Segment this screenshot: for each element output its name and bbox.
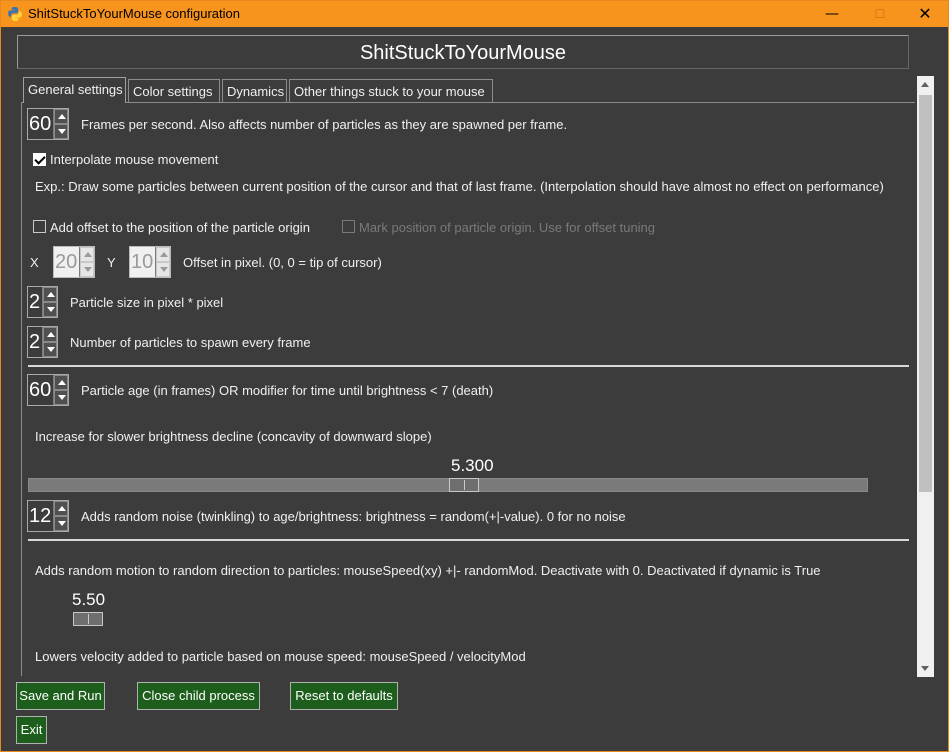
separator [28, 539, 909, 541]
offset-x-spinbox[interactable]: 20 [53, 246, 95, 278]
offset-y-label: Y [107, 255, 116, 270]
arrow-up-icon[interactable] [54, 501, 68, 516]
close-child-process-button[interactable]: Close child process [137, 682, 260, 710]
arrow-down-icon[interactable] [43, 342, 57, 357]
random-motion-slider-handle[interactable] [73, 612, 103, 626]
interpolate-explanation: Exp.: Draw some particles between curren… [35, 179, 884, 194]
offset-y-value: 10 [131, 251, 154, 273]
noise-label: Adds random noise (twinkling) to age/bri… [81, 509, 626, 524]
header-frame: ShitStuckToYourMouse [17, 35, 909, 69]
spin-arrows [53, 501, 68, 531]
minimize-button[interactable]: — [809, 1, 855, 27]
arrow-down-icon[interactable] [54, 124, 68, 139]
interpolate-checkbox[interactable] [33, 153, 46, 166]
offset-y-spinbox[interactable]: 10 [129, 246, 171, 278]
mark-origin-label: Mark position of particle origin. Use fo… [359, 220, 656, 235]
particle-age-value: 60 [29, 379, 52, 401]
spin-arrows [53, 109, 68, 139]
particle-size-value: 2 [29, 291, 41, 313]
arrow-up-icon[interactable] [80, 247, 94, 262]
offset-pixel-label: Offset in pixel. (0, 0 = tip of cursor) [183, 255, 382, 270]
scroll-down-icon[interactable] [917, 660, 934, 677]
random-motion-slider-value: 5.50 [72, 590, 106, 609]
arrow-up-icon[interactable] [43, 327, 57, 342]
brightness-decline-label: Increase for slower brightness decline (… [35, 429, 432, 444]
arrow-down-icon[interactable] [43, 302, 57, 317]
spin-arrows [42, 287, 57, 317]
noise-spinbox[interactable]: 12 [27, 500, 69, 532]
scroll-up-icon[interactable] [917, 76, 934, 93]
arrow-up-icon[interactable] [54, 375, 68, 390]
velocity-label: Lowers velocity added to particle based … [35, 649, 526, 664]
particle-age-spinbox[interactable]: 60 [27, 374, 69, 406]
exit-button[interactable]: Exit [16, 716, 47, 744]
fps-spinbox[interactable]: 60 [27, 108, 69, 140]
scrollbar-thumb[interactable] [919, 95, 932, 492]
offset-x-value: 20 [55, 251, 78, 273]
save-and-run-button[interactable]: Save and Run [16, 682, 105, 710]
close-button[interactable]: ✕ [902, 1, 948, 27]
noise-value: 12 [29, 505, 52, 527]
arrow-up-icon[interactable] [156, 247, 170, 262]
interpolate-label: Interpolate mouse movement [50, 152, 219, 167]
offset-x-label: X [30, 255, 39, 270]
tab-dynamics[interactable]: Dynamics [222, 79, 287, 103]
title-bar[interactable]: ShitStuckToYourMouse configuration — ☐ ✕ [1, 1, 948, 27]
spin-arrows [155, 247, 170, 277]
particles-per-frame-spinbox[interactable]: 2 [27, 326, 58, 358]
arrow-down-icon[interactable] [54, 516, 68, 531]
vertical-scrollbar[interactable] [917, 76, 934, 677]
separator [28, 365, 909, 367]
particle-size-label: Particle size in pixel * pixel [70, 295, 224, 310]
page-title: ShitStuckToYourMouse [359, 42, 567, 64]
tab-general-settings[interactable]: General settings [23, 77, 126, 103]
arrow-down-icon[interactable] [156, 262, 170, 277]
python-logo-icon [8, 7, 22, 21]
brightness-slider-value: 5.300 [451, 456, 494, 475]
particles-per-frame-value: 2 [29, 331, 41, 353]
arrow-down-icon[interactable] [80, 262, 94, 277]
brightness-slider-handle[interactable] [449, 478, 479, 492]
fps-value: 60 [29, 113, 52, 135]
spin-arrows [79, 247, 94, 277]
particle-age-label: Particle age (in frames) OR modifier for… [81, 383, 494, 398]
window-title: ShitStuckToYourMouse configuration [28, 6, 240, 21]
tab-other-things[interactable]: Other things stuck to your mouse [289, 79, 493, 103]
reset-to-defaults-button[interactable]: Reset to defaults [290, 682, 398, 710]
maximize-button[interactable]: ☐ [857, 1, 903, 27]
offset-label: Add offset to the position of the partic… [50, 220, 310, 235]
particles-per-frame-label: Number of particles to spawn every frame [70, 335, 311, 350]
tab-color-settings[interactable]: Color settings [128, 79, 220, 103]
brightness-slider-trough[interactable] [28, 478, 868, 492]
app-window: ShitStuckToYourMouse configuration — ☐ ✕… [0, 0, 949, 752]
spin-arrows [42, 327, 57, 357]
spin-arrows [53, 375, 68, 405]
offset-checkbox[interactable] [33, 220, 46, 233]
fps-label: Frames per second. Also affects number o… [81, 117, 568, 132]
random-motion-label: Adds random motion to random direction t… [35, 563, 821, 578]
arrow-up-icon[interactable] [54, 109, 68, 124]
arrow-down-icon[interactable] [54, 390, 68, 405]
particle-size-spinbox[interactable]: 2 [27, 286, 58, 318]
arrow-up-icon[interactable] [43, 287, 57, 302]
mark-origin-checkbox[interactable] [342, 220, 355, 233]
